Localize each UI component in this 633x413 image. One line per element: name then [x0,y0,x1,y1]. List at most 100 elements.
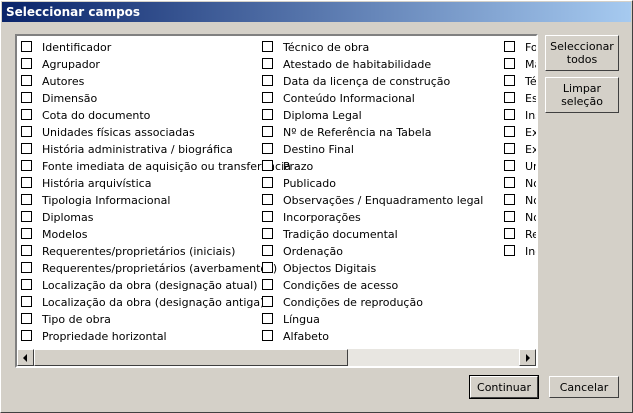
field-label: Condições de reprodução [283,296,423,309]
field-label: Es [525,92,538,105]
field-checkbox[interactable] [262,211,273,222]
field-checkbox[interactable] [504,92,515,103]
field-checkbox[interactable] [21,228,32,239]
scrollbar-thumb[interactable] [34,349,348,366]
field-label: Objectos Digitais [283,262,377,275]
field-label: Té [525,75,537,88]
field-label: Observações / Enquadramento legal [283,194,484,207]
field-label: Fonte imediata de aquisição ou transferê… [42,160,291,173]
continue-button[interactable]: Continuar [469,375,539,399]
field-label: No [525,177,536,190]
field-checkbox[interactable] [262,296,273,307]
field-checkbox[interactable] [504,160,515,171]
field-checkbox[interactable] [262,58,273,69]
title-bar: Seleccionar campos [2,2,631,22]
field-checkbox[interactable] [262,92,273,103]
field-label: Técnico de obra [283,41,370,54]
field-label: Requerentes/proprietários (averbamentos) [42,262,278,275]
field-label: Destino Final [283,143,354,156]
field-checkbox[interactable] [21,194,32,205]
field-label: Incorporações [283,211,361,224]
horizontal-scrollbar[interactable] [17,349,536,366]
field-label: Prazo [283,160,314,173]
field-checkbox[interactable] [21,296,32,307]
arrow-right-icon[interactable] [519,349,536,366]
field-label: Identificador [42,41,112,54]
field-checkbox[interactable] [262,245,273,256]
field-checkbox[interactable] [504,194,515,205]
field-label: Ur [525,160,538,173]
field-checkbox[interactable] [262,109,273,120]
select-all-button[interactable]: Seleccionar todos [545,35,619,71]
field-checkbox[interactable] [504,143,515,154]
field-label: Condições de acesso [283,279,399,292]
clear-selection-button[interactable]: Limpar seleção [545,77,619,113]
field-checkbox[interactable] [21,313,32,324]
field-checkbox[interactable] [21,245,32,256]
field-label: No [525,211,536,224]
field-checkbox[interactable] [21,143,32,154]
field-checkbox[interactable] [21,211,32,222]
clear-label-line1: Limpar [562,82,602,95]
field-checkbox[interactable] [262,279,273,290]
field-checkbox[interactable] [21,58,32,69]
field-label: Tipo de obra [42,313,111,326]
field-checkbox[interactable] [504,75,515,86]
cancel-button[interactable]: Cancelar [549,376,619,398]
field-checkbox[interactable] [504,211,515,222]
field-label: Fo [525,41,538,54]
field-checkbox[interactable] [504,109,515,120]
select-fields-dialog: Seleccionar campos Identificador Agrupado… [0,0,633,413]
field-label: Ma [525,58,536,71]
continue-label: Continuar [477,381,531,394]
field-checkbox[interactable] [21,126,32,137]
field-checkbox[interactable] [262,313,273,324]
clear-label-line2: seleção [561,95,603,108]
field-checkbox[interactable] [504,228,515,239]
field-checkbox[interactable] [262,75,273,86]
field-checkbox[interactable] [21,177,32,188]
field-checkbox[interactable] [262,330,273,341]
field-checkbox[interactable] [21,109,32,120]
field-label: Atestado de habitabilidade [283,58,432,71]
field-label: Autores [42,75,85,88]
field-label: Unidades físicas associadas [42,126,195,139]
field-checkbox[interactable] [262,143,273,154]
field-label: Tipologia Informacional [42,194,171,207]
field-label: Data da licença de construção [283,75,451,88]
field-label: História arquivística [42,177,152,190]
field-label: Inc [525,245,536,258]
field-label: Alfabeto [283,330,329,343]
field-label: Modelos [42,228,88,241]
field-label: Dimensão [42,92,98,105]
field-checkbox[interactable] [504,58,515,69]
field-checkbox[interactable] [21,41,32,52]
field-checkbox[interactable] [504,126,515,137]
field-label: Diplomas [42,211,94,224]
field-checkbox[interactable] [262,228,273,239]
field-label: Ex [525,143,538,156]
field-label: Cota do documento [42,109,151,122]
field-checkbox[interactable] [504,177,515,188]
field-checkbox[interactable] [21,262,32,273]
arrow-left-icon[interactable] [17,349,34,366]
field-checkbox[interactable] [504,245,515,256]
field-checkbox[interactable] [504,41,515,52]
field-checkbox[interactable] [21,160,32,171]
cancel-label: Cancelar [559,381,609,394]
field-label: História administrativa / biográfica [42,143,233,156]
field-checkbox[interactable] [262,41,273,52]
field-checkbox[interactable] [21,279,32,290]
field-checkbox[interactable] [262,194,273,205]
field-checkbox[interactable] [262,126,273,137]
field-checkbox[interactable] [21,92,32,103]
field-checkbox[interactable] [21,75,32,86]
field-checkbox[interactable] [262,262,273,273]
field-checkbox[interactable] [262,177,273,188]
select-all-label-line2: todos [566,53,598,66]
field-checkbox[interactable] [262,160,273,171]
field-label: Ex [525,126,538,139]
field-label: Diploma Legal [283,109,362,122]
field-checkbox[interactable] [21,330,32,341]
field-label: Conteúdo Informacional [283,92,415,105]
